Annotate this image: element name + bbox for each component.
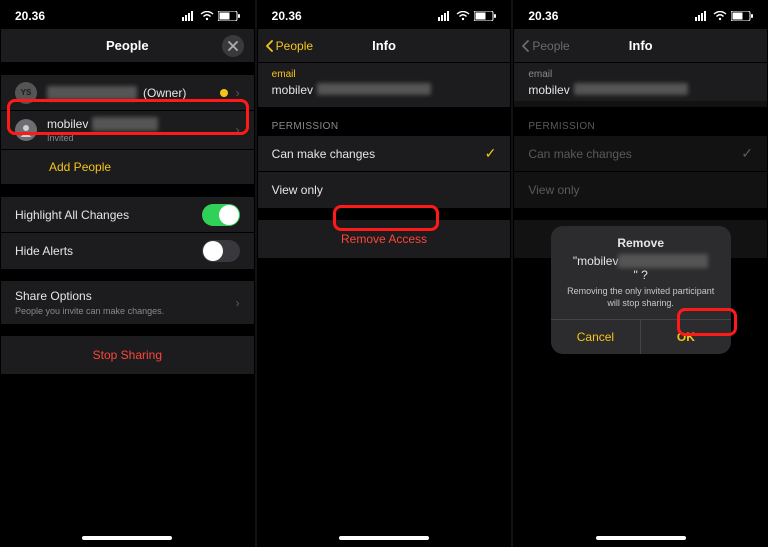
status-icons <box>695 11 753 21</box>
email-redacted: xxxxxxxxxxxxxxxxxxx <box>574 83 688 95</box>
nav-title: Info <box>258 38 511 53</box>
statusbar: 20.36 <box>1 1 254 29</box>
status-time: 20.36 <box>15 9 45 23</box>
home-indicator[interactable] <box>82 536 172 540</box>
chevron-right-icon: › <box>236 86 240 100</box>
home-indicator[interactable] <box>339 536 429 540</box>
status-icons <box>182 11 240 21</box>
people-list: YS xxxxxxxxxxxxxxx (Owner) › mobilev xxx… <box>1 75 254 185</box>
phone-info: 20.36 People Info email mobilev xxxxxxxx… <box>257 0 512 547</box>
signal-icon <box>695 11 709 21</box>
invited-row[interactable]: mobilev xxxxxxxxxxx Invited › <box>1 111 254 150</box>
owner-row[interactable]: YS xxxxxxxxxxxxxxx (Owner) › <box>1 75 254 111</box>
perm-view-label: View only <box>272 183 497 197</box>
email-cell[interactable]: email mobilev xxxxxxxxxxxxxxxxxxx <box>258 63 511 107</box>
status-icons <box>438 11 496 21</box>
alert-name-suffix: " ? <box>634 268 648 282</box>
remove-alert: Remove "mobilevxxxxxxxxxxxxxxx " ? Remov… <box>551 226 731 354</box>
navbar: People Info <box>258 29 511 63</box>
hide-alerts-toggle[interactable] <box>202 240 240 262</box>
check-icon: ✓ <box>485 145 497 162</box>
email-redacted: xxxxxxxxxxxxxxxxxxx <box>317 83 431 95</box>
signal-icon <box>182 11 196 21</box>
battery-icon <box>474 11 496 21</box>
phone-info-alert: 20.36 People Info email mobilev xxxxxxxx… <box>513 0 768 547</box>
owner-name-suffix: (Owner) <box>143 86 186 100</box>
alert-cancel-button[interactable]: Cancel <box>551 320 642 354</box>
chevron-right-icon: › <box>236 296 240 310</box>
close-icon <box>228 41 238 51</box>
highlight-row[interactable]: Highlight All Changes <box>1 197 254 233</box>
invited-name: mobilev <box>47 117 88 131</box>
owner-name-redacted: xxxxxxxxxxxxxxx <box>47 86 137 100</box>
statusbar: 20.36 <box>258 1 511 29</box>
email-label: email <box>272 69 497 80</box>
share-options-sub: People you invite can make changes. <box>15 306 236 316</box>
chevron-right-icon: › <box>236 123 240 137</box>
email-value: mobilev <box>272 83 313 97</box>
stop-sharing-button[interactable]: Stop Sharing <box>1 336 254 374</box>
statusbar: 20.36 <box>514 1 767 29</box>
person-icon <box>19 123 33 137</box>
alert-buttons: Cancel OK <box>551 319 731 354</box>
email-label: email <box>528 69 753 80</box>
navbar: People <box>1 29 254 63</box>
status-time: 20.36 <box>272 9 302 23</box>
alert-ok-button[interactable]: OK <box>641 320 731 354</box>
settings-group: Highlight All Changes Hide Alerts <box>1 197 254 269</box>
perm-change-label: Can make changes <box>272 147 485 161</box>
signal-icon <box>438 11 452 21</box>
email-value: mobilev <box>528 83 569 97</box>
permission-group: Can make changes ✓ View only <box>258 136 511 208</box>
invited-name-redacted: xxxxxxxxxxx <box>92 117 158 131</box>
highlight-label: Highlight All Changes <box>15 208 202 222</box>
invited-status: Invited <box>47 133 236 143</box>
highlight-toggle[interactable] <box>202 204 240 226</box>
avatar: YS <box>15 82 37 104</box>
perm-can-change-row[interactable]: Can make changes ✓ <box>258 136 511 172</box>
wifi-icon <box>200 11 214 21</box>
nav-title: People <box>1 38 254 53</box>
alert-name-prefix: "mobilev <box>573 254 619 268</box>
home-indicator[interactable] <box>596 536 686 540</box>
close-button[interactable] <box>222 35 244 57</box>
share-options-title: Share Options <box>15 289 236 303</box>
alert-name-redacted: xxxxxxxxxxxxxxx <box>618 254 708 268</box>
wifi-icon <box>456 11 470 21</box>
alert-name-row: "mobilevxxxxxxxxxxxxxxx " ? <box>551 254 731 282</box>
wifi-icon <box>713 11 727 21</box>
battery-icon <box>731 11 753 21</box>
owner-status-dot <box>220 89 228 97</box>
phone-people-list: 20.36 People YS xxxxxxxxxxxxxxx (Owner) … <box>0 0 255 547</box>
perm-view-only-row[interactable]: View only <box>258 172 511 208</box>
status-time: 20.36 <box>528 9 558 23</box>
nav-title: Info <box>514 38 767 53</box>
add-people-button[interactable]: Add People <box>1 150 254 185</box>
avatar-generic <box>15 119 37 141</box>
hide-alerts-row[interactable]: Hide Alerts <box>1 233 254 269</box>
share-options-row[interactable]: Share Options People you invite can make… <box>1 281 254 324</box>
permission-header: PERMISSION <box>258 107 511 136</box>
battery-icon <box>218 11 240 21</box>
remove-access-button[interactable]: Remove Access <box>258 220 511 258</box>
alert-message: Removing the only invited participant wi… <box>551 282 731 319</box>
hide-alerts-label: Hide Alerts <box>15 244 202 258</box>
navbar: People Info <box>514 29 767 63</box>
alert-title: Remove <box>551 226 731 254</box>
